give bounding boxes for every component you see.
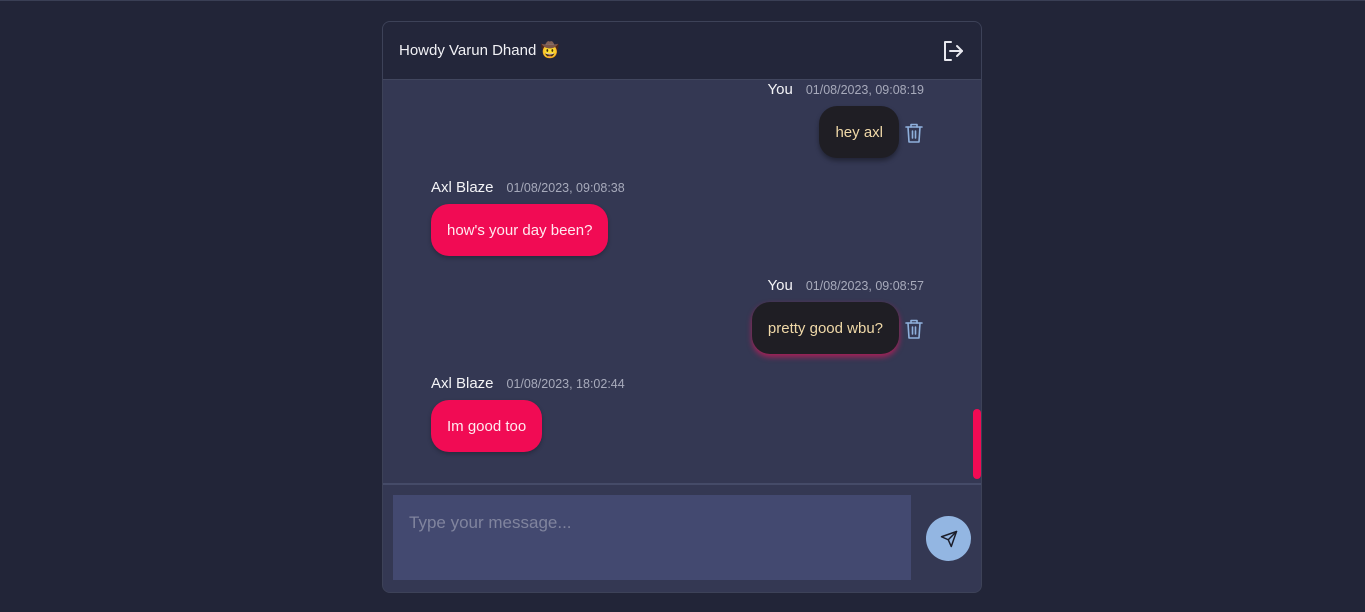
message-timestamp: 01/08/2023, 09:08:38 (506, 181, 625, 195)
message-bubble: hey axl (819, 106, 899, 158)
message-timestamp: 01/08/2023, 09:08:19 (805, 83, 924, 97)
top-border (0, 0, 1365, 1)
message-meta: You 01/08/2023, 09:08:57 (768, 277, 924, 294)
logout-icon (944, 41, 963, 61)
scrollbar-thumb[interactable] (973, 409, 981, 479)
message-meta: You 01/08/2023, 09:08:19 (768, 81, 924, 98)
message-meta: Axl Blaze 01/08/2023, 09:08:38 (431, 179, 625, 196)
message-timestamp: 01/08/2023, 09:08:57 (805, 279, 924, 293)
chat-header: Howdy Varun Dhand 🤠 (383, 22, 981, 80)
chat-window: Howdy Varun Dhand 🤠 You 01/08/2023, 09:0… (382, 21, 982, 593)
delete-message-button[interactable] (905, 123, 923, 143)
message-list[interactable]: You 01/08/2023, 09:08:19 hey axl Axl Bla… (383, 80, 981, 483)
trash-icon (905, 123, 923, 143)
message-bubble: Im good too (431, 400, 543, 452)
message-sender: You (767, 81, 793, 98)
message-composer (383, 483, 981, 592)
send-icon (940, 530, 957, 547)
message-input[interactable] (393, 495, 911, 580)
send-button[interactable] (926, 516, 971, 561)
delete-message-button[interactable] (905, 319, 923, 339)
message-meta: Axl Blaze 01/08/2023, 18:02:44 (431, 375, 625, 392)
message-sender: Axl Blaze (431, 179, 494, 196)
greeting-text: Howdy Varun Dhand 🤠 (399, 42, 560, 59)
message-timestamp: 01/08/2023, 18:02:44 (506, 377, 625, 391)
logout-button[interactable] (941, 39, 965, 63)
message-bubble: pretty good wbu? (751, 302, 899, 354)
trash-icon (905, 319, 923, 339)
message-bubble: how's your day been? (431, 204, 609, 256)
message-sender: Axl Blaze (431, 375, 494, 392)
message-sender: You (767, 277, 793, 294)
